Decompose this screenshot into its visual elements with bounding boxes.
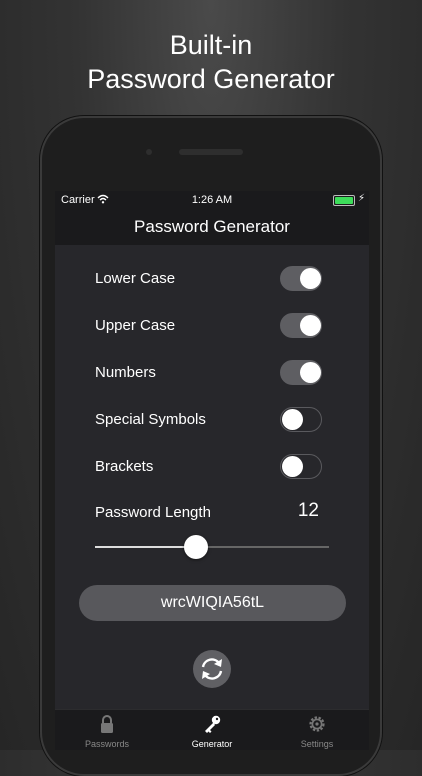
slider-thumb[interactable] xyxy=(183,535,208,559)
option-label: Lower Case xyxy=(95,270,176,287)
option-label: Numbers xyxy=(95,364,156,381)
password-length-slider[interactable] xyxy=(95,535,329,559)
key-icon xyxy=(205,715,221,733)
option-label: Brackets xyxy=(95,458,154,475)
charging-icon: ⚡ xyxy=(357,193,365,204)
refresh-button[interactable] xyxy=(193,650,231,688)
status-time: 1:26 AM xyxy=(191,194,233,206)
speaker-grille xyxy=(179,149,243,155)
nav-bar: Password Generator xyxy=(55,209,369,245)
tab-label-generator: Generator xyxy=(191,739,233,749)
generated-password-text: wrcWIQIA56tL xyxy=(160,594,265,611)
status-bar: Carrier 1:26 AM ⚡ xyxy=(55,191,369,209)
upper-case-toggle[interactable] xyxy=(280,313,322,338)
toggle-knob xyxy=(299,267,321,289)
battery-level xyxy=(335,197,353,204)
tab-bar: Passwords Generator Settings xyxy=(55,709,369,750)
password-length-row: Password Length 12 xyxy=(95,498,329,528)
brackets-toggle[interactable] xyxy=(280,454,322,479)
app-screen: Carrier 1:26 AM ⚡ Password Generator Low… xyxy=(55,191,369,750)
tab-label-passwords: Passwords xyxy=(84,739,129,749)
lock-icon xyxy=(101,715,113,733)
numbers-toggle[interactable] xyxy=(280,360,322,385)
lower-case-toggle[interactable] xyxy=(280,266,322,291)
headline: Built-in Password Generator xyxy=(0,28,422,96)
refresh-icon xyxy=(201,658,223,680)
headline-line-1: Built-in xyxy=(169,30,253,60)
slider-fill xyxy=(95,546,196,548)
option-label: Special Symbols xyxy=(95,411,206,428)
toggle-knob xyxy=(281,455,303,477)
toggle-knob xyxy=(299,314,321,336)
toggle-knob xyxy=(281,408,303,430)
gear-icon xyxy=(309,716,325,732)
password-length-label: Password Length xyxy=(95,504,211,521)
option-row-special-symbols: Special Symbols xyxy=(95,405,329,435)
option-row-numbers: Numbers xyxy=(95,358,329,388)
option-row-upper-case: Upper Case xyxy=(95,311,329,341)
password-length-value: 12 xyxy=(297,500,319,521)
tab-generator[interactable]: Generator xyxy=(160,710,264,750)
tab-passwords[interactable]: Passwords xyxy=(55,710,159,750)
tab-label-settings: Settings xyxy=(300,739,334,749)
special-symbols-toggle[interactable] xyxy=(280,407,322,432)
option-row-brackets: Brackets xyxy=(95,452,329,482)
tab-settings[interactable]: Settings xyxy=(265,710,369,750)
headline-line-2: Password Generator xyxy=(87,64,335,94)
battery-icon xyxy=(333,195,355,206)
option-label: Upper Case xyxy=(95,317,176,334)
option-row-lower-case: Lower Case xyxy=(95,264,329,294)
generated-password-field[interactable]: wrcWIQIA56tL xyxy=(79,585,346,621)
camera-dot xyxy=(146,149,152,155)
page-title: Password Generator xyxy=(134,217,290,236)
toggle-knob xyxy=(299,361,321,383)
